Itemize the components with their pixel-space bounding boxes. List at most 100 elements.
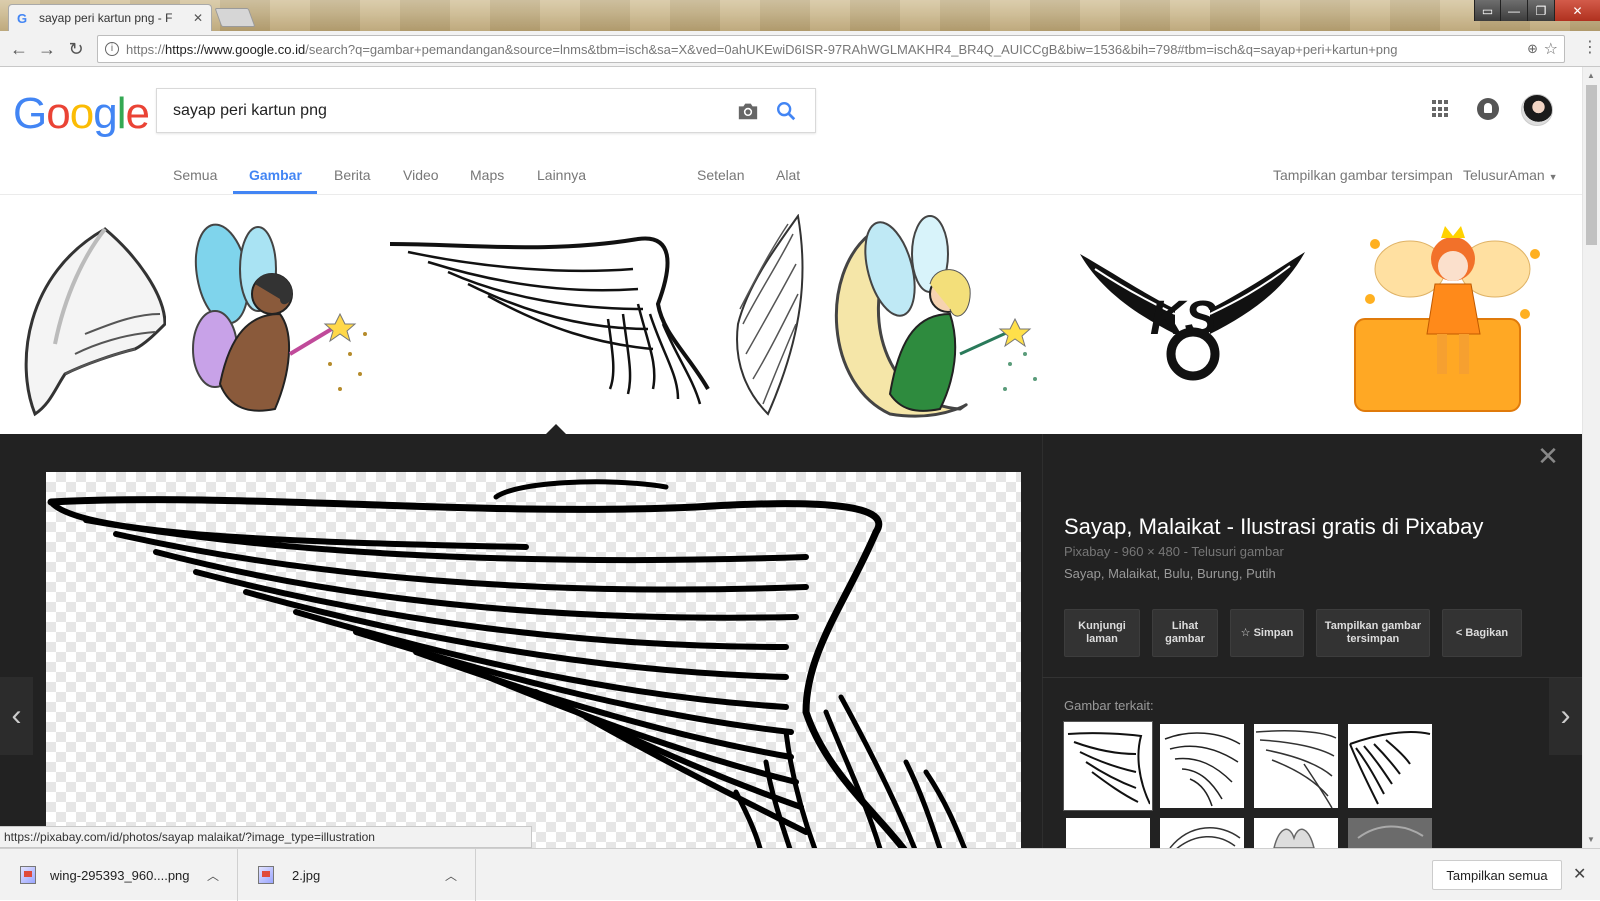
share-button[interactable]: < Bagikan (1442, 609, 1522, 657)
active-tab-indicator (233, 191, 317, 194)
tab-settings[interactable]: Setelan (697, 167, 744, 183)
window-titlebar: G sayap peri kartun png - F ✕ ▭ — ❐ ✕ (0, 0, 1600, 31)
download-filename: 2.jpg (292, 867, 321, 883)
show-saved-button[interactable]: Tampilkan gambar tersimpan (1316, 609, 1430, 657)
related-thumb[interactable] (1254, 818, 1338, 848)
result-thumb-fairy-dark[interactable] (180, 214, 380, 419)
status-bar-url: https://pixabay.com/id/photos/sayap mala… (0, 826, 532, 848)
result-thumb-ks-logo[interactable]: KS (1075, 214, 1310, 419)
download-filename: wing-295393_960....png (50, 867, 190, 883)
url-path: /search?q=gambar+pemandangan&source=lnms… (305, 42, 1398, 57)
search-box[interactable]: sayap peri kartun png (156, 88, 816, 133)
maximize-button[interactable]: ❐ (1527, 0, 1554, 21)
svg-text:KS: KS (1150, 292, 1217, 345)
image-results-strip: KS (0, 196, 1582, 434)
preview-tags: Sayap, Malaikat, Bulu, Burung, Putih (1064, 566, 1276, 581)
url-host: https://www.google.co.id (165, 42, 306, 57)
address-bar[interactable]: i https://https://www.google.co.id/searc… (97, 35, 1565, 63)
window-close-button[interactable]: ✕ (1554, 0, 1600, 21)
page-scrollbar[interactable]: ▲ ▼ (1582, 67, 1600, 848)
related-thumb[interactable] (1254, 724, 1338, 808)
next-image-arrow-icon[interactable]: › (1549, 677, 1582, 755)
tab-more[interactable]: Lainnya (537, 167, 586, 183)
search-tabs: Semua Gambar Berita Video Maps Lainnya S… (0, 153, 1582, 195)
browser-menu-icon[interactable]: ⋮ (1582, 37, 1598, 57)
visit-page-button[interactable]: Kunjungi laman (1064, 609, 1140, 657)
preview-meta: Pixabay - 960 × 480 - Telusuri gambar (1064, 544, 1284, 559)
notifications-icon[interactable] (1477, 98, 1499, 120)
forward-arrow-icon[interactable]: → (36, 38, 58, 60)
chevron-up-icon[interactable]: ︿ (445, 867, 457, 884)
star-icon: ☆ (1240, 626, 1254, 639)
related-thumb[interactable] (1066, 818, 1150, 848)
safesearch-label: TelusurAman (1463, 167, 1545, 183)
url-text[interactable]: https://https://www.google.co.id/search?… (126, 42, 1516, 57)
tab-all[interactable]: Semua (173, 167, 217, 183)
minimize-button[interactable]: — (1500, 0, 1527, 21)
close-preview-icon[interactable]: ✕ (1536, 443, 1560, 469)
avatar[interactable] (1521, 94, 1553, 126)
download-item[interactable]: 2.jpg ︿ (238, 849, 476, 901)
tab-close-icon[interactable]: ✕ (193, 11, 203, 25)
translate-icon[interactable]: ⊕ (1527, 41, 1538, 57)
browser-toolbar: ← → ↻ i https://https://www.google.co.id… (0, 31, 1600, 67)
panel-divider (1042, 434, 1043, 848)
image-file-icon (258, 866, 274, 884)
close-shelf-icon[interactable]: ✕ (1573, 864, 1586, 884)
site-info-icon[interactable]: i (105, 42, 119, 56)
related-thumb[interactable] (1348, 724, 1432, 808)
window-controls: ▭ — ❐ ✕ (1474, 0, 1600, 21)
save-button[interactable]: ☆ Simpan (1230, 609, 1304, 657)
share-icon: < (1455, 626, 1466, 639)
search-icon[interactable] (775, 100, 797, 122)
preview-title[interactable]: Sayap, Malaikat - Ilustrasi gratis di Pi… (1064, 514, 1483, 540)
bookmark-star-icon[interactable]: ☆ (1544, 39, 1558, 59)
scroll-down-arrow-icon[interactable]: ▼ (1587, 835, 1595, 844)
new-tab-button[interactable] (214, 8, 256, 27)
result-thumb-line-wing[interactable] (388, 214, 718, 419)
result-thumb-fairy-moon[interactable] (830, 214, 1045, 419)
download-shelf: wing-295393_960....png ︿ 2.jpg ︿ Tampilk… (0, 848, 1600, 901)
related-images-label: Gambar terkait: (1064, 698, 1154, 713)
result-thumb-vertical-wing[interactable] (728, 214, 816, 419)
image-preview-panel: ‹ › ✕ Sayap, Malaikat - Ilustrasi gratis… (0, 434, 1582, 848)
back-arrow-icon[interactable]: ← (8, 38, 30, 60)
google-favicon-icon: G (17, 10, 28, 26)
google-logo[interactable]: Google (13, 89, 150, 139)
related-thumb[interactable] (1064, 722, 1152, 810)
wing-preview-illustration (47, 479, 968, 848)
saved-images-link[interactable]: Tampilkan gambar tersimpan (1273, 167, 1453, 183)
tab-video[interactable]: Video (403, 167, 439, 183)
chevron-up-icon[interactable]: ︿ (207, 867, 219, 884)
search-input[interactable]: sayap peri kartun png (173, 102, 327, 120)
info-divider (1042, 677, 1582, 678)
tab-news[interactable]: Berita (334, 167, 371, 183)
camera-icon[interactable] (737, 101, 759, 121)
save-button-label: Simpan (1253, 626, 1294, 639)
profile-switch-icon[interactable]: ▭ (1474, 0, 1500, 21)
view-image-button[interactable]: Lihat gambar (1152, 609, 1218, 657)
show-all-downloads-button[interactable]: Tampilkan semua (1432, 860, 1562, 890)
safesearch-dropdown[interactable]: TelusurAman ▼ (1463, 167, 1558, 183)
browser-tab[interactable]: G sayap peri kartun png - F ✕ (8, 4, 212, 31)
tab-maps[interactable]: Maps (470, 167, 504, 183)
related-thumb[interactable] (1160, 724, 1244, 808)
preview-image[interactable] (46, 472, 1021, 848)
image-file-icon (20, 866, 36, 884)
apps-grid-icon[interactable] (1432, 100, 1450, 118)
tab-title: sayap peri kartun png - F (39, 11, 173, 25)
dropdown-arrow-icon: ▼ (1548, 172, 1558, 182)
download-item[interactable]: wing-295393_960....png ︿ (0, 849, 238, 901)
google-header: Google sayap peri kartun png Semua Gamba… (0, 67, 1582, 195)
related-thumb[interactable] (1348, 818, 1432, 848)
scroll-up-arrow-icon[interactable]: ▲ (1587, 71, 1595, 80)
tab-tools[interactable]: Alat (776, 167, 800, 183)
result-thumb-white-wing[interactable] (14, 214, 166, 419)
reload-icon[interactable]: ↻ (65, 38, 87, 60)
tab-images[interactable]: Gambar (249, 167, 302, 183)
related-thumb[interactable] (1160, 818, 1244, 848)
prev-image-arrow-icon[interactable]: ‹ (0, 677, 33, 755)
scrollbar-thumb[interactable] (1586, 85, 1597, 245)
share-button-label: Bagikan (1465, 626, 1509, 639)
result-thumb-fairy-orange[interactable] (1345, 214, 1555, 419)
